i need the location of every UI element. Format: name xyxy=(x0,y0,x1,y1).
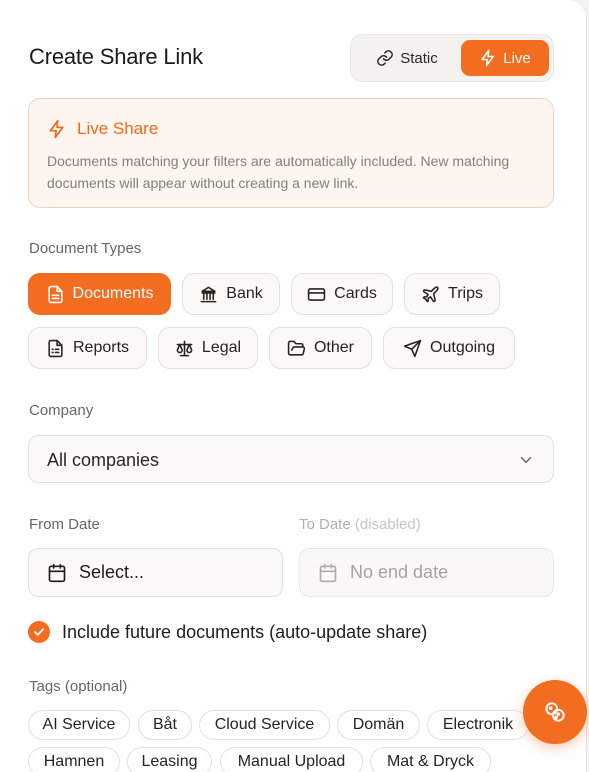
doc-type-documents[interactable]: Documents xyxy=(28,273,171,315)
info-header: Live Share xyxy=(47,119,158,139)
chip-label: Cards xyxy=(334,285,377,302)
tag-chip[interactable]: Domän xyxy=(337,710,420,740)
chip-label: Legal xyxy=(201,339,242,356)
auto-update-label: Include future documents (auto-update sh… xyxy=(62,621,428,642)
calendar-icon xyxy=(48,563,66,582)
info-description: Documents matching your filters are auto… xyxy=(47,153,510,191)
tag-chip[interactable]: Mat & Dryck xyxy=(370,747,491,772)
chip-label: Documents xyxy=(72,285,154,302)
share-mode-toggle: Static Live xyxy=(350,34,554,82)
static-mode-label: Static xyxy=(400,49,438,67)
tag-chip[interactable]: Båt xyxy=(138,710,192,740)
company-label: Company xyxy=(29,402,94,419)
tag-chip[interactable]: Hamnen xyxy=(28,747,120,772)
tag-chip[interactable]: Manual Upload xyxy=(220,747,363,772)
from-date-value: Select... xyxy=(79,562,145,582)
live-mode-label: Live xyxy=(503,49,531,67)
live-share-info: Live Share Documents matching your filte… xyxy=(28,98,554,208)
to-date-label: To Date (disabled) xyxy=(299,516,421,533)
to-date-disabled-note: (disabled) xyxy=(354,516,421,533)
report-icon xyxy=(48,339,63,357)
plane-icon xyxy=(422,285,439,302)
document-icon xyxy=(47,285,63,303)
chip-label: Trips xyxy=(448,285,483,302)
chip-label: Bank xyxy=(226,285,263,302)
tag-chip[interactable]: Cloud Service xyxy=(199,710,330,740)
send-icon xyxy=(403,339,422,357)
chip-label: Reports xyxy=(72,339,130,356)
document-types-label: Document Types xyxy=(29,240,142,257)
to-date-picker: No end date xyxy=(299,548,554,597)
doc-type-trips[interactable]: Trips xyxy=(404,273,500,315)
folder-icon xyxy=(287,340,306,356)
doc-type-outgoing[interactable]: Outgoing xyxy=(383,327,515,369)
doc-type-reports[interactable]: Reports xyxy=(28,327,147,369)
tag-chip[interactable]: Leasing xyxy=(127,747,212,772)
link-icon xyxy=(377,50,394,66)
doc-type-cards[interactable]: Cards xyxy=(291,273,393,315)
lightning-icon xyxy=(481,49,495,67)
page-title: Create Share Link xyxy=(29,44,203,69)
to-date-label-text: To Date xyxy=(299,516,351,533)
lightning-icon xyxy=(49,119,64,139)
chip-label: Other xyxy=(313,339,354,356)
tags-label: Tags (optional) xyxy=(29,678,128,695)
calendar-icon xyxy=(319,563,337,582)
chevron-down-icon xyxy=(520,457,532,463)
static-mode-button[interactable]: Static xyxy=(359,40,455,76)
tag-chip[interactable]: AI Service xyxy=(28,710,130,740)
from-date-label: From Date xyxy=(29,516,100,533)
share-link-panel: Create Share Link Static Live Live Share… xyxy=(0,0,587,772)
live-mode-button[interactable]: Live xyxy=(461,40,549,76)
company-select[interactable]: All companies xyxy=(28,435,554,483)
cookie-icon xyxy=(545,702,565,722)
info-title: Live Share xyxy=(77,119,159,138)
doc-type-other[interactable]: Other xyxy=(269,327,372,369)
company-select-value: All companies xyxy=(47,450,160,470)
bank-icon xyxy=(200,286,217,302)
doc-type-bank[interactable]: Bank xyxy=(182,273,280,315)
floating-assistant-button[interactable] xyxy=(523,680,587,744)
auto-update-checkbox[interactable] xyxy=(28,621,50,643)
scales-icon xyxy=(176,340,193,356)
from-date-picker[interactable]: Select... xyxy=(28,548,283,597)
check-icon xyxy=(33,628,45,636)
to-date-value: No end date xyxy=(350,562,449,582)
chip-label: Outgoing xyxy=(430,339,495,356)
doc-type-legal[interactable]: Legal xyxy=(158,327,258,369)
auto-update-checkbox-row[interactable]: Include future documents (auto-update sh… xyxy=(28,621,427,643)
tag-chip[interactable]: Electronik xyxy=(427,710,529,740)
card-icon xyxy=(307,287,326,301)
